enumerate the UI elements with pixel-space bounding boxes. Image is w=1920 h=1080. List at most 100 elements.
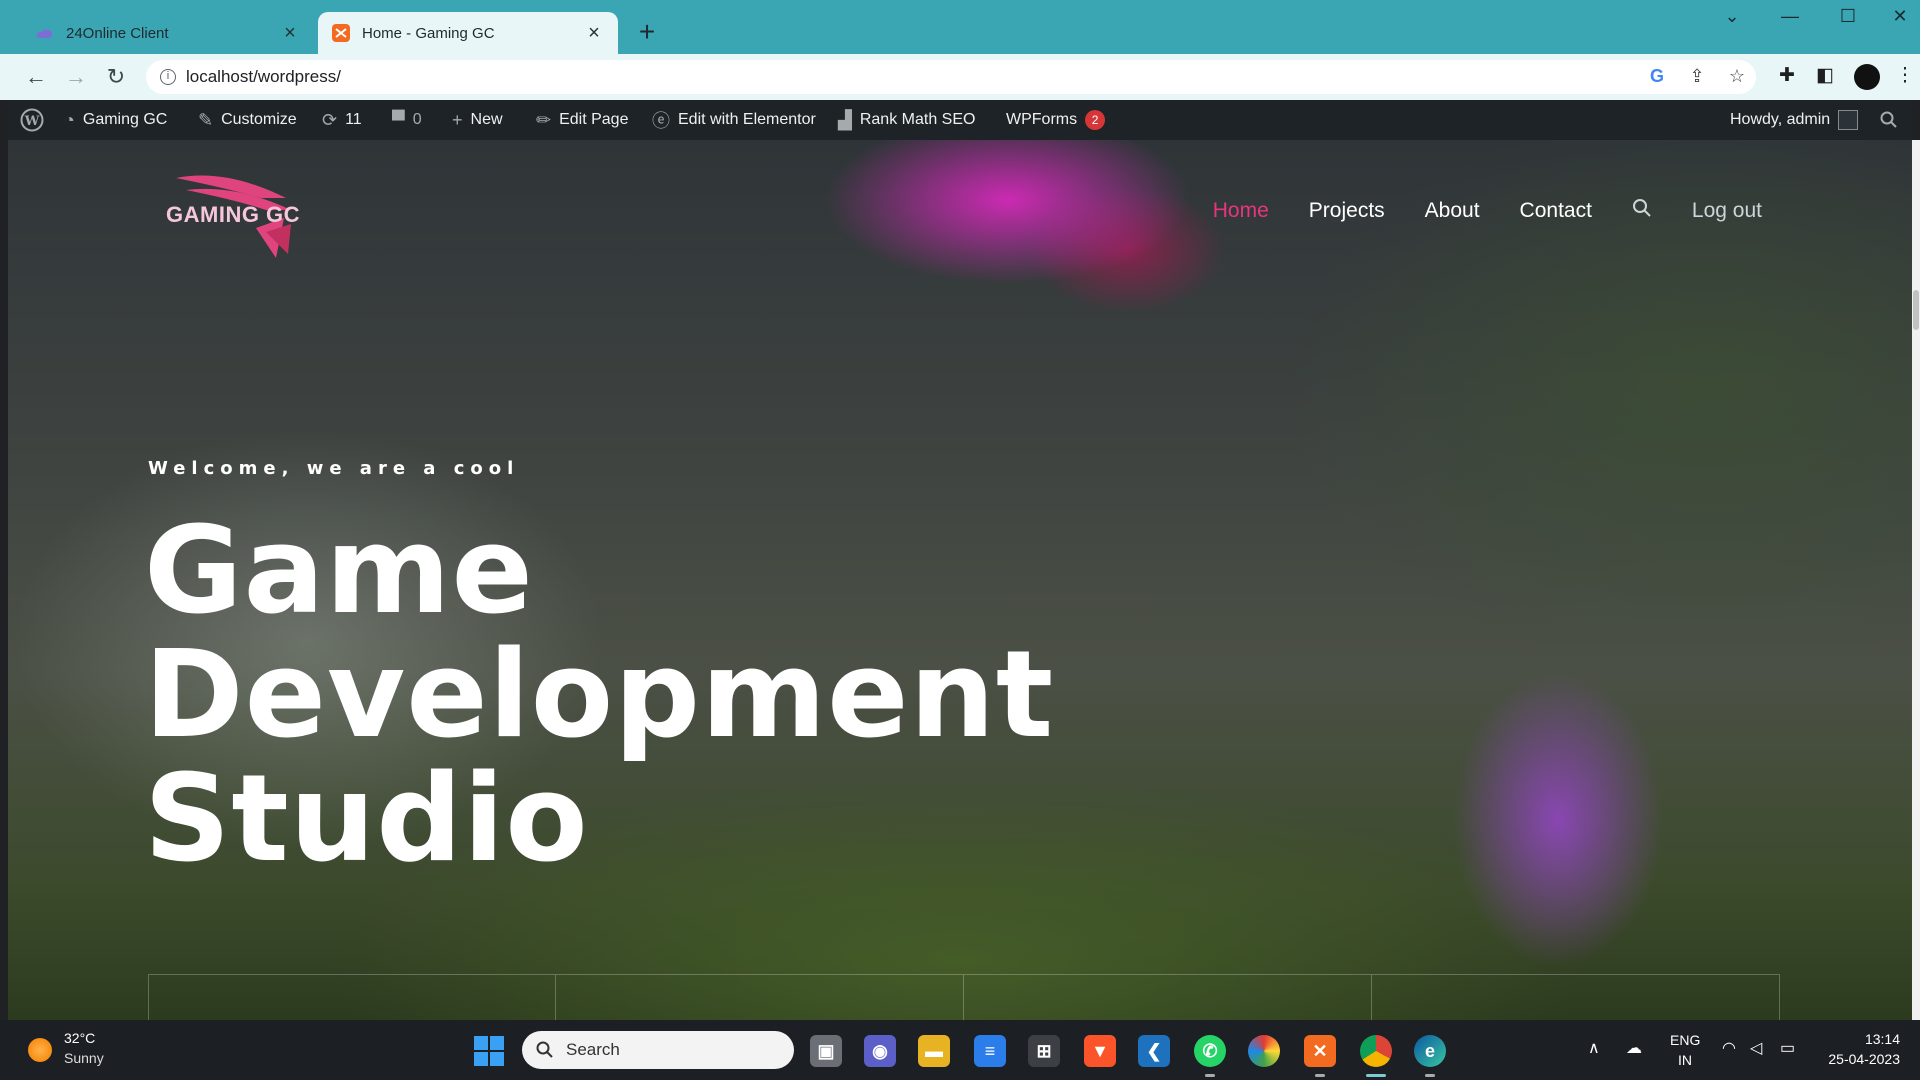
admin-edit-page[interactable]: ✏ Edit Page	[536, 100, 628, 140]
nav-projects[interactable]: Projects	[1309, 199, 1385, 223]
profile-avatar[interactable]	[1854, 64, 1880, 90]
chrome-icon[interactable]	[1360, 1035, 1392, 1067]
nav-about[interactable]: About	[1425, 199, 1480, 223]
admin-comments[interactable]: ▀ 0	[392, 100, 422, 140]
admin-customize[interactable]: ✎ Customize	[198, 100, 297, 140]
svg-text:W: W	[24, 114, 40, 129]
feature-cards-outline	[148, 974, 1780, 1020]
plus-icon: +	[452, 109, 463, 130]
hero-title-line: Studio	[144, 750, 589, 889]
brave-browser-icon[interactable]: ▼	[1084, 1035, 1116, 1067]
admin-wpforms[interactable]: WPForms 2	[1006, 100, 1106, 140]
tab-search-chevron-icon[interactable]: ⌄	[1712, 6, 1752, 27]
tab-title: Home - Gaming GC	[362, 24, 495, 42]
browser-toolbar: ← → ↻ i localhost/wordpress/ G ⇪ ☆ ✚ ◧ ⋮	[0, 54, 1920, 100]
share-icon[interactable]: ⇪	[1686, 66, 1708, 87]
weather-condition[interactable]: Sunny	[64, 1050, 104, 1066]
language-region[interactable]: IN	[1678, 1052, 1692, 1068]
color-app-icon[interactable]	[1248, 1035, 1280, 1067]
show-hidden-icons-chevron-icon[interactable]: ∧	[1588, 1038, 1600, 1058]
taskbar-search-label: Search	[566, 1040, 620, 1059]
google-lens-icon[interactable]: G	[1646, 66, 1668, 87]
hero-subtitle: Welcome, we are a cool	[148, 458, 520, 479]
clock-date[interactable]: 25-04-2023	[1828, 1051, 1900, 1067]
notepad-icon[interactable]: ≡	[974, 1035, 1006, 1067]
logo-text: GAMING GC	[166, 202, 301, 227]
nav-logout[interactable]: Log out	[1692, 199, 1762, 223]
admin-account[interactable]: Howdy, admin	[1730, 100, 1859, 140]
wordpress-logo-icon[interactable]: W	[20, 100, 44, 140]
app-running-indicator	[1315, 1074, 1325, 1077]
close-tab-icon[interactable]: ×	[280, 22, 300, 45]
address-bar[interactable]: i localhost/wordpress/ G ⇪ ☆	[146, 60, 1756, 94]
xampp-icon[interactable]: ✕	[1304, 1035, 1336, 1067]
admin-search-icon[interactable]	[1880, 100, 1898, 140]
updates-icon: ⟳	[322, 109, 338, 130]
card-divider	[963, 975, 964, 1020]
hero-title-line: Development	[144, 626, 1055, 765]
language-indicator[interactable]: ENG	[1670, 1032, 1700, 1048]
forward-icon[interactable]: →	[60, 62, 92, 92]
admin-site-name[interactable]: ◔ Gaming GC	[64, 100, 167, 140]
page-scrollbar[interactable]	[1912, 140, 1920, 1020]
sun-weather-icon[interactable]	[28, 1038, 52, 1062]
cloud-icon	[36, 24, 54, 42]
clock-time[interactable]: 13:14	[1865, 1031, 1900, 1047]
site-search-icon[interactable]	[1632, 198, 1652, 224]
admin-updates[interactable]: ⟳ 11	[322, 100, 362, 140]
dashboard-gauge-icon: ◔	[64, 109, 75, 130]
close-tab-icon[interactable]: ×	[584, 22, 604, 45]
windows-start-icon[interactable]	[474, 1036, 504, 1066]
comment-bubble-icon: ▀	[392, 109, 405, 130]
scrollbar-thumb[interactable]	[1913, 290, 1919, 330]
back-icon[interactable]: ←	[20, 62, 52, 92]
reload-icon[interactable]: ↻	[100, 62, 132, 92]
site-logo[interactable]: GAMING GC	[166, 158, 316, 268]
app-running-indicator	[1425, 1074, 1435, 1077]
tab-home-gaming-gc[interactable]: Home - Gaming GC ×	[318, 12, 618, 54]
hero-title: Game Development Studio	[144, 510, 1054, 882]
microsoft-store-icon[interactable]: ⊞	[1028, 1035, 1060, 1067]
page-hero: GAMING GC Home Projects About Contact Lo…	[8, 140, 1912, 1020]
volume-icon[interactable]: ◁	[1750, 1038, 1762, 1058]
minimize-icon[interactable]: —	[1770, 6, 1810, 27]
browser-tab-strip: 24Online Client × Home - Gaming GC × + ⌄…	[0, 0, 1920, 54]
tab-title: 24Online Client	[66, 24, 169, 42]
nav-contact[interactable]: Contact	[1520, 199, 1592, 223]
admin-new[interactable]: + New	[452, 100, 503, 140]
onedrive-error-icon[interactable]: ☁	[1626, 1038, 1642, 1058]
tab-24online-client[interactable]: 24Online Client ×	[22, 12, 314, 54]
close-window-icon[interactable]: ✕	[1880, 6, 1920, 27]
search-icon	[536, 1041, 553, 1058]
admin-avatar	[1838, 110, 1859, 130]
admin-edit-elementor[interactable]: ⓔ Edit with Elementor	[652, 100, 816, 140]
battery-icon[interactable]: ▭	[1780, 1038, 1795, 1058]
admin-rank-math[interactable]: ▟ Rank Math SEO	[838, 100, 975, 140]
weather-temperature[interactable]: 32°C	[64, 1030, 95, 1046]
windows-taskbar: 32°C Sunny Search ▣ ◉ ▬ ≡ ⊞ ▼ ❮ ✆ ✕ e ∧ …	[0, 1020, 1920, 1080]
side-panel-icon[interactable]: ◧	[1812, 64, 1838, 87]
wpforms-count-badge: 2	[1085, 110, 1106, 130]
task-view-icon[interactable]: ▣	[810, 1035, 842, 1067]
rank-math-chart-icon: ▟	[838, 109, 852, 130]
pencil-icon: ✏	[536, 109, 552, 130]
app-running-indicator	[1205, 1074, 1215, 1077]
vscode-icon[interactable]: ❮	[1138, 1035, 1170, 1067]
new-tab-button[interactable]: +	[632, 18, 662, 46]
teams-chat-icon[interactable]: ◉	[864, 1035, 896, 1067]
whatsapp-icon[interactable]: ✆	[1194, 1035, 1226, 1067]
url-text[interactable]: localhost/wordpress/	[186, 67, 341, 87]
extensions-puzzle-icon[interactable]: ✚	[1774, 64, 1800, 87]
nav-home[interactable]: Home	[1213, 199, 1269, 223]
wifi-icon[interactable]: ◠	[1722, 1038, 1736, 1058]
site-info-icon[interactable]: i	[160, 69, 176, 85]
maximize-icon[interactable]: ☐	[1828, 6, 1868, 27]
browser-menu-icon[interactable]: ⋮	[1892, 64, 1918, 87]
brush-icon: ✎	[198, 109, 214, 130]
elementor-icon: ⓔ	[652, 111, 670, 131]
taskbar-search[interactable]: Search	[522, 1031, 794, 1069]
site-navigation: Home Projects About Contact Log out	[1213, 198, 1762, 224]
file-explorer-icon[interactable]: ▬	[918, 1035, 950, 1067]
bookmark-star-icon[interactable]: ☆	[1726, 66, 1748, 87]
edge-icon[interactable]: e	[1414, 1035, 1446, 1067]
